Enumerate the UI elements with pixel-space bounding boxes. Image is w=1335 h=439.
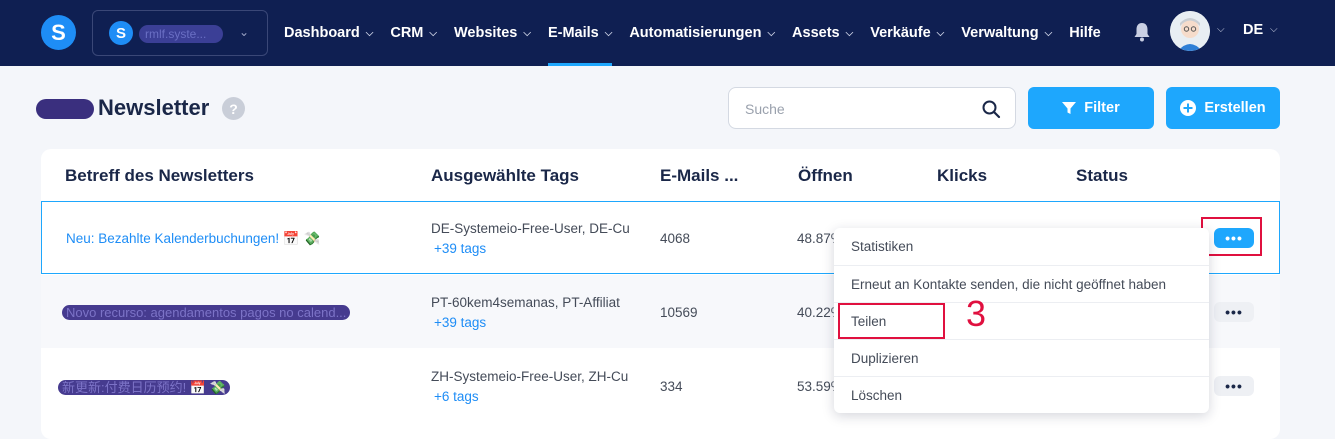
create-button[interactable]: Erstellen: [1166, 87, 1280, 129]
column-header-emails[interactable]: E-Mails ...: [660, 166, 738, 186]
newsletter-subject-link[interactable]: Novo recurso: agendamentos pagos no cale…: [62, 305, 351, 320]
menu-item-label: Statistiken: [851, 239, 914, 254]
menu-item-duplicate[interactable]: Duplizieren: [834, 340, 1209, 377]
nav-label: Hilfe: [1069, 25, 1101, 41]
emails-count: 10569: [660, 305, 698, 320]
nav-item-help[interactable]: Hilfe: [1069, 0, 1100, 66]
step-number-annotation: 3: [966, 293, 987, 334]
opens-rate: 53.59%: [797, 379, 835, 394]
tags-more-link[interactable]: +39 tags: [434, 315, 486, 330]
tags-more-link[interactable]: +6 tags: [434, 389, 479, 404]
nav-item-management[interactable]: Verwaltung ⌵: [961, 0, 1052, 66]
tags-more-link[interactable]: +39 tags: [434, 241, 486, 256]
nav-label: Automatisierungen: [629, 25, 762, 41]
workspace-name: rmlf.syste...: [139, 25, 223, 43]
help-icon[interactable]: ?: [222, 97, 245, 120]
column-header-tags[interactable]: Ausgewählte Tags: [431, 166, 579, 186]
chevron-down-icon: ⌵: [429, 27, 437, 39]
nav-item-automations[interactable]: Automatisierungen ⌵: [629, 0, 775, 66]
tags-list: ZH-Systemeio-Free-User, ZH-Cu: [431, 369, 629, 384]
search-input[interactable]: [745, 98, 975, 120]
nav-item-emails[interactable]: E-Mails ⌵: [547, 0, 613, 66]
nav-label: Assets: [792, 25, 840, 41]
tags-list: DE-Systemeio-Free-User, DE-Cu: [431, 221, 630, 236]
nav-label: Verwaltung: [961, 25, 1039, 41]
chevron-down-icon: ⌵: [604, 27, 613, 39]
menu-item-label: Erneut an Kontakte senden, die nicht geö…: [851, 276, 1166, 292]
search-icon[interactable]: [981, 99, 1001, 119]
top-navbar: S S rmlf.syste... ⌄ Dashboard ⌵ CRM ⌵ Webs…: [0, 0, 1335, 66]
column-header-status[interactable]: Status: [1076, 166, 1128, 186]
nav-label: CRM: [390, 25, 424, 41]
blurred-subject: 新更新:付费日历预约! 📅 💸: [58, 380, 230, 395]
language-selector[interactable]: DE: [1243, 22, 1263, 38]
more-actions-button[interactable]: •••: [1214, 376, 1254, 396]
nav-item-dashboard[interactable]: Dashboard ⌵: [284, 0, 373, 66]
chevron-down-icon: ⌵: [523, 27, 531, 39]
emails-count: 334: [660, 379, 683, 394]
column-header-subject[interactable]: Betreff des Newsletters: [65, 166, 254, 186]
chevron-down-icon: ⌵: [365, 27, 374, 39]
blurred-subject: Novo recurso: agendamentos pagos no cale…: [62, 305, 351, 320]
main-nav: Dashboard ⌵ CRM ⌵ Websites ⌵ E-Mails ⌵ Autom…: [284, 0, 1118, 66]
highlight-box: [838, 303, 945, 339]
workspace-logo: S: [109, 21, 133, 45]
nav-item-sales[interactable]: Verkäufe ⌵: [870, 0, 944, 66]
opens-rate: 40.22%: [797, 305, 835, 320]
chevron-down-icon: ⌵: [1044, 27, 1053, 39]
nav-label: Websites: [453, 25, 518, 41]
column-header-clicks[interactable]: Klicks: [937, 166, 987, 186]
menu-item-delete[interactable]: Löschen: [834, 377, 1209, 413]
opens-rate: 48.87%: [797, 231, 835, 246]
nav-item-assets[interactable]: Assets ⌵: [792, 0, 853, 66]
workspace-switcher[interactable]: S rmlf.syste... ⌄: [92, 10, 268, 56]
nav-label: Dashboard: [284, 25, 360, 41]
emails-count: 4068: [660, 231, 691, 246]
chevron-down-icon: ⌄: [239, 25, 250, 39]
highlight-box: [1201, 217, 1262, 256]
filter-button[interactable]: Filter: [1028, 87, 1154, 129]
chevron-down-icon: ⌵: [845, 27, 854, 39]
nav-label: E-Mails: [547, 25, 599, 41]
more-actions-button[interactable]: •••: [1214, 302, 1254, 322]
filter-label: Filter: [1084, 100, 1120, 116]
chevron-down-icon: ⌵: [767, 27, 776, 39]
blurred-title-prefix: [36, 99, 94, 119]
menu-item-statistics[interactable]: Statistiken: [834, 228, 1209, 266]
chevron-down-icon[interactable]: ⌵: [1217, 24, 1225, 35]
nav-label: Verkäufe: [870, 25, 931, 41]
app-logo[interactable]: S: [41, 15, 76, 50]
plus-circle-icon: [1180, 100, 1197, 116]
bell-icon[interactable]: [1133, 21, 1151, 43]
column-header-opens[interactable]: Öffnen: [798, 166, 853, 186]
avatar[interactable]: [1170, 11, 1210, 51]
nav-item-websites[interactable]: Websites ⌵: [454, 0, 531, 66]
menu-item-resend-unopened[interactable]: Erneut an Kontakte senden, die nicht geö…: [834, 266, 1209, 303]
page-title: Newsletter: [98, 95, 210, 120]
tags-list: PT-60kem4semanas, PT-Affiliat: [431, 295, 620, 310]
menu-item-label: Duplizieren: [851, 350, 919, 366]
newsletter-subject-link[interactable]: 新更新:付费日历预约! 📅 💸: [58, 377, 230, 396]
search-box: [728, 87, 1016, 129]
create-label: Erstellen: [1204, 100, 1266, 116]
nav-item-crm[interactable]: CRM ⌵: [390, 0, 437, 66]
menu-item-label: Löschen: [851, 387, 903, 403]
chevron-down-icon: ⌵: [936, 27, 945, 39]
newsletter-subject-link[interactable]: Neu: Bezahlte Kalenderbuchungen! 📅 💸: [66, 231, 320, 247]
chevron-down-icon[interactable]: ⌵: [1270, 24, 1278, 35]
user-avatar-icon: [1170, 11, 1210, 51]
filter-icon: [1062, 102, 1077, 114]
